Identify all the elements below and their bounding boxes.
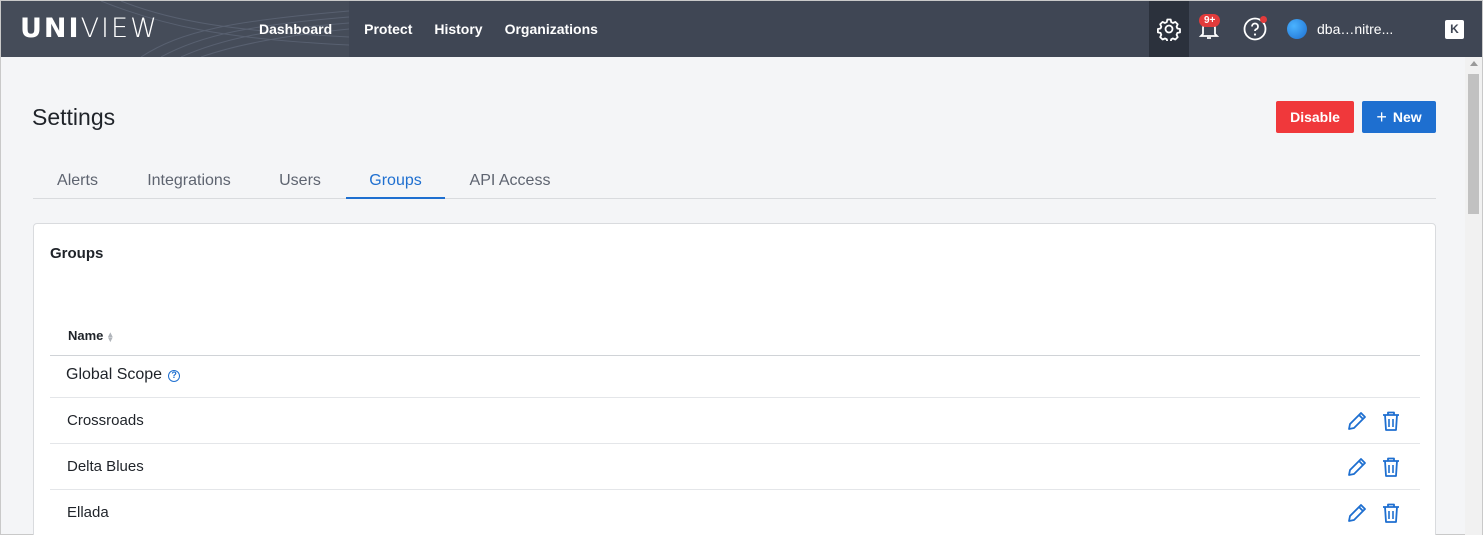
notifications-button[interactable]: 9+ [1189,1,1229,57]
pencil-icon [1348,412,1366,430]
page-scrollbar[interactable] [1465,57,1482,535]
card-title: Groups [50,245,104,262]
new-button[interactable]: + New [1362,101,1436,133]
edit-button[interactable] [1345,409,1369,433]
table-row: Global Scope? [50,356,1420,398]
gear-icon [1157,18,1181,41]
top-navbar: UNIVIEW Dashboard Protect History Organi… [1,1,1482,57]
scroll-up-arrow-icon[interactable] [1470,61,1478,66]
help-button[interactable] [1235,1,1275,57]
groups-card: Groups Name▲▼ Global Scope? Crossroads [33,223,1436,535]
notification-count-badge: 9+ [1199,14,1221,27]
settings-tabs: Alerts Integrations Users Groups API Acc… [33,167,1436,199]
tab-api-access[interactable]: API Access [452,167,568,199]
main-nav: Dashboard Protect History Organizations [259,1,620,57]
table-row: Ellada [50,490,1420,535]
row-actions [1335,501,1403,525]
group-name: Global Scope? [66,366,181,384]
header-tools: 9+ dba…nitre... K [1149,1,1482,57]
edit-button[interactable] [1345,455,1369,479]
nav-protect[interactable]: Protect [364,21,412,37]
column-header-name[interactable]: Name ▲ ▼ [68,328,114,343]
table-header: Name ▲ ▼ [50,318,1420,356]
avatar [1287,19,1307,39]
sort-icon: ▲ ▼ [106,329,115,344]
org-switch-icon[interactable]: K [1445,19,1464,39]
column-header-name-label: Name [68,328,104,343]
group-name: Ellada [67,504,109,521]
plus-icon: + [1376,107,1387,127]
row-actions [1335,409,1403,433]
trash-icon [1383,503,1399,523]
pencil-icon [1348,458,1366,476]
edit-button[interactable] [1345,501,1369,525]
logo-thin: VIEW [80,13,159,44]
delete-button[interactable] [1379,501,1403,525]
nav-dashboard[interactable]: Dashboard [259,21,332,37]
help-notification-dot [1260,16,1267,23]
logo-bold: UNI [20,13,81,44]
group-name-label: Global Scope [66,366,163,383]
tab-users[interactable]: Users [255,167,345,199]
row-actions [1335,455,1403,479]
uniview-logo[interactable]: UNIVIEW [20,14,159,44]
user-name: dba…nitre... [1317,21,1394,37]
delete-button[interactable] [1379,455,1403,479]
page-title: Settings [32,104,116,130]
nav-organizations[interactable]: Organizations [505,21,598,37]
new-button-label: New [1392,109,1422,125]
tab-groups[interactable]: Groups [346,167,445,199]
pencil-icon [1348,504,1366,522]
scrollbar-thumb[interactable] [1468,74,1479,214]
nav-history[interactable]: History [434,21,482,37]
settings-button[interactable] [1149,1,1189,57]
tab-alerts[interactable]: Alerts [33,167,122,199]
tab-integrations[interactable]: Integrations [128,167,250,199]
trash-icon [1383,457,1399,477]
delete-button[interactable] [1379,409,1403,433]
group-name: Crossroads [67,412,144,429]
group-name: Delta Blues [67,458,144,475]
question-circle-icon[interactable]: ? [168,370,181,382]
user-menu[interactable]: dba…nitre... [1287,19,1427,39]
table-row: Delta Blues [50,444,1420,490]
trash-icon [1383,411,1399,431]
disable-button[interactable]: Disable [1276,101,1354,133]
table-row: Crossroads [50,398,1420,444]
